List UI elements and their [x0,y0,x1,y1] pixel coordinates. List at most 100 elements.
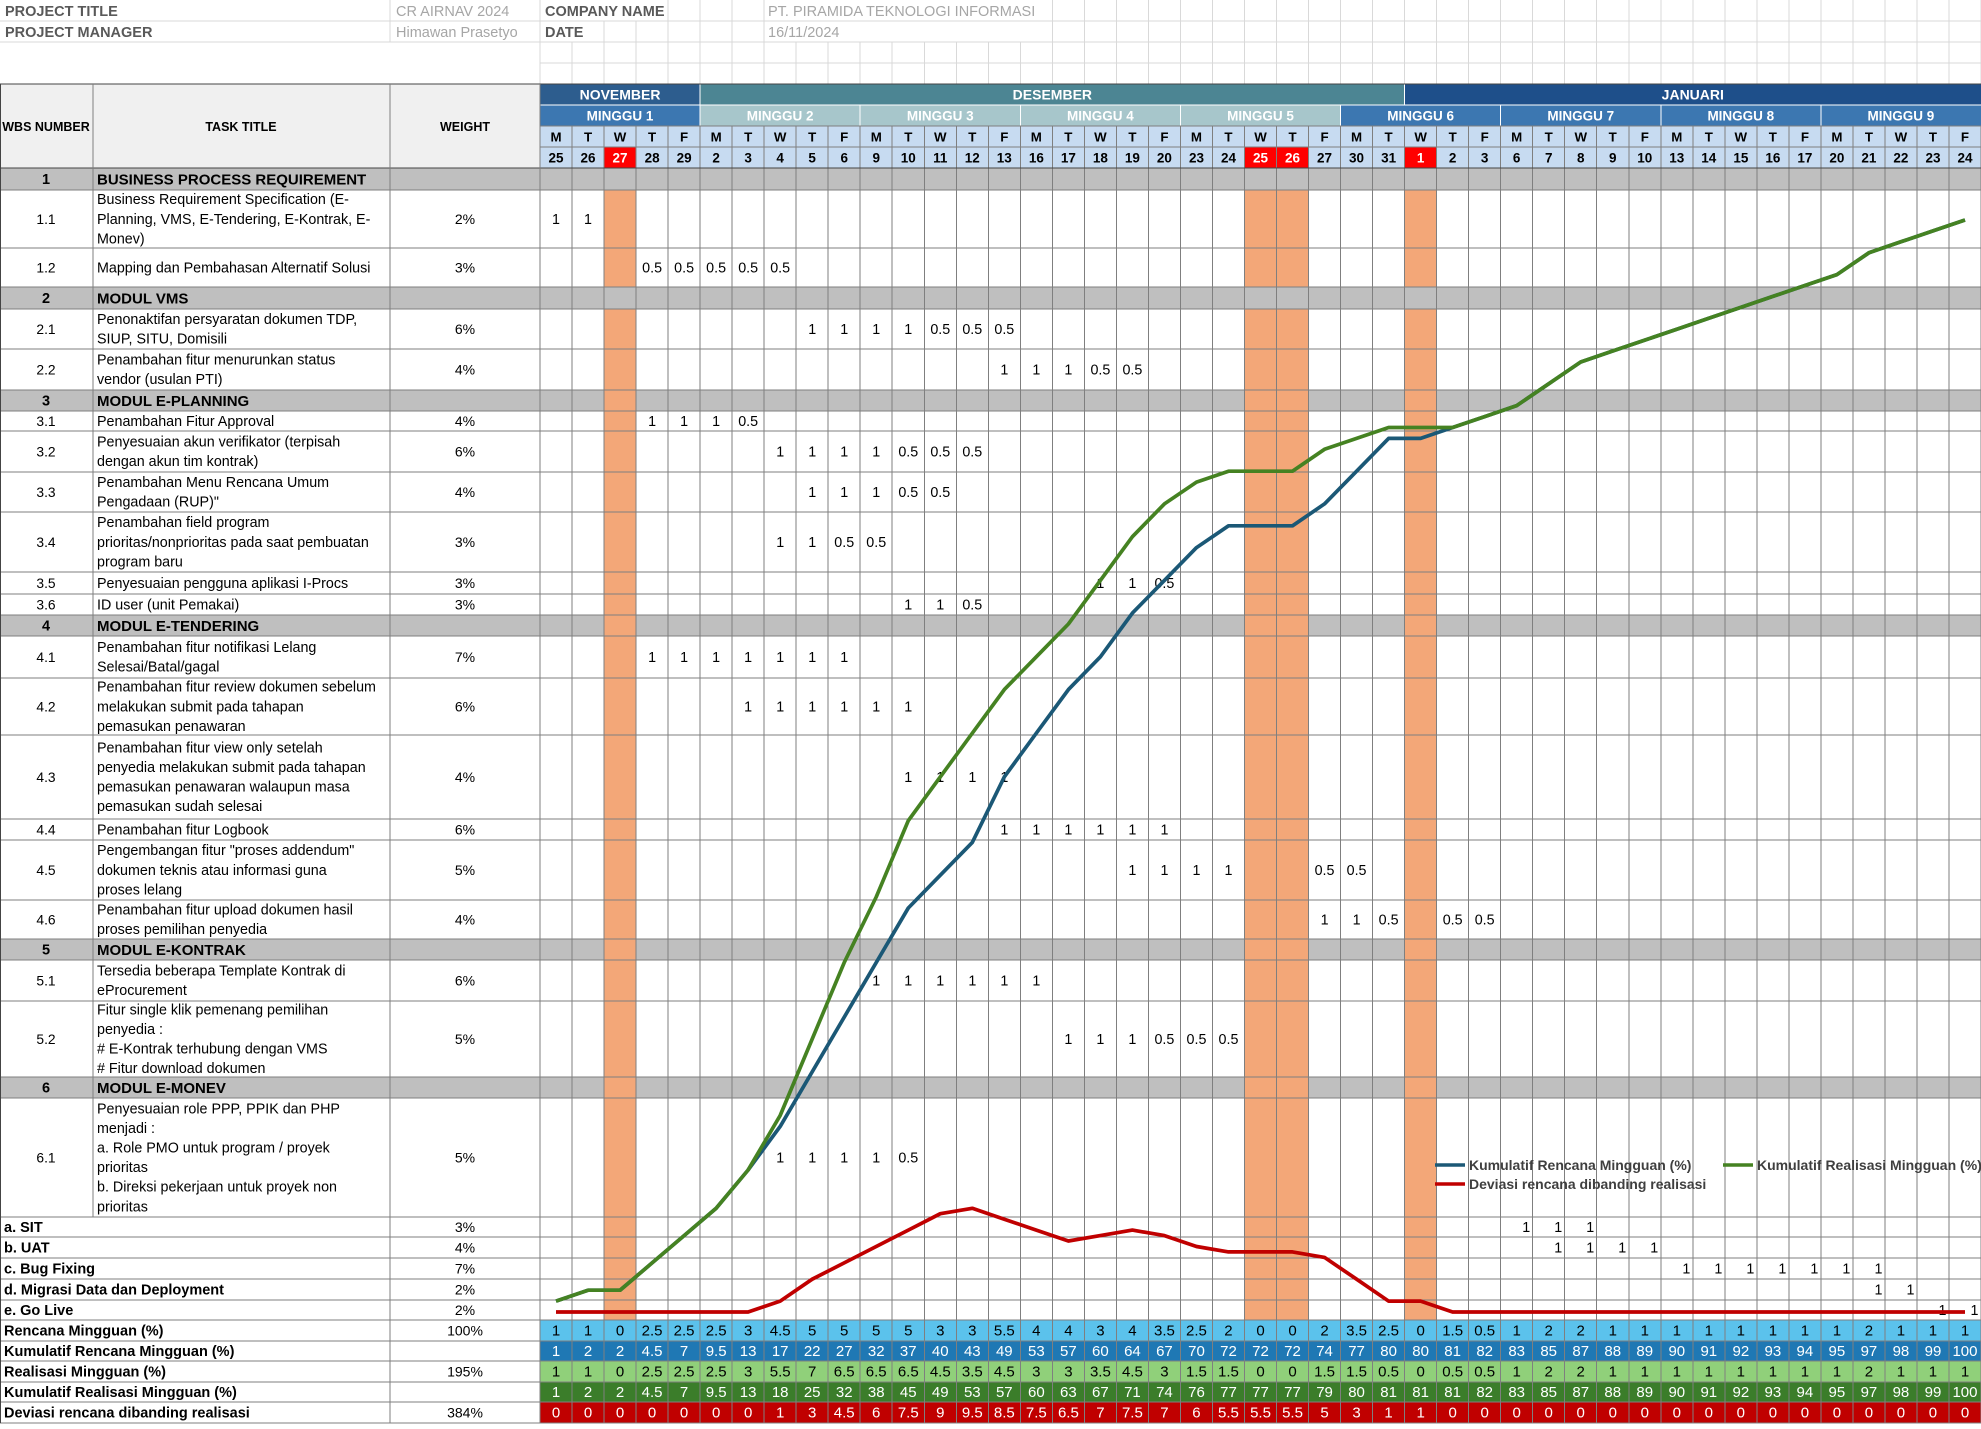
svg-text:d. Migrasi Data dan Deployment: d. Migrasi Data dan Deployment [4,1283,224,1299]
svg-text:6: 6 [42,1081,50,1097]
svg-text:W: W [1574,130,1587,145]
svg-text:67: 67 [1092,1384,1109,1401]
svg-text:Tersedia beberapa Template Kon: Tersedia beberapa Template Kontrak di [97,964,346,980]
svg-text:WEIGHT: WEIGHT [440,120,490,134]
svg-text:Business Requirement Specifica: Business Requirement Specification (E- [97,192,349,208]
svg-text:F: F [680,130,688,145]
svg-text:3.1: 3.1 [36,414,55,429]
svg-text:5.5: 5.5 [994,1323,1015,1340]
svg-text:0.5: 0.5 [1474,1323,1495,1340]
svg-text:0.5: 0.5 [898,1150,918,1166]
svg-text:3: 3 [744,151,752,166]
svg-text:Penambahan fitur upload dokume: Penambahan fitur upload dokumen hasil [97,903,353,919]
svg-text:0: 0 [1416,1323,1424,1340]
svg-text:5: 5 [808,151,816,166]
svg-text:1: 1 [1641,1323,1649,1340]
svg-text:Penyesuaian role PPP, PPIK dan: Penyesuaian role PPP, PPIK dan PHP [97,1101,340,1117]
svg-text:27: 27 [613,151,628,166]
svg-text:1: 1 [1032,362,1040,378]
svg-text:7%: 7% [455,649,475,665]
svg-text:Penonaktifan persyaratan dokum: Penonaktifan persyaratan dokumen TDP, [97,312,357,328]
svg-text:90: 90 [1668,1384,1685,1401]
svg-text:F: F [1801,130,1809,145]
svg-text:1: 1 [840,1150,848,1166]
svg-text:74: 74 [1156,1384,1173,1401]
svg-text:67: 67 [1156,1343,1173,1360]
svg-text:1: 1 [968,973,976,989]
svg-text:0: 0 [1577,1405,1585,1422]
svg-text:1: 1 [904,770,912,786]
svg-text:5.2: 5.2 [36,1032,55,1047]
svg-text:7: 7 [1160,1405,1168,1422]
svg-text:6.5: 6.5 [834,1364,855,1381]
svg-text:1: 1 [680,650,688,666]
svg-text:pemasukan penawaran walaupun m: pemasukan penawaran walaupun masa [97,780,350,796]
svg-text:64: 64 [1124,1343,1141,1360]
svg-text:3: 3 [744,1323,752,1340]
svg-text:32: 32 [836,1384,853,1401]
svg-text:3%: 3% [455,575,475,591]
svg-text:29: 29 [677,151,692,166]
svg-text:1: 1 [1522,1220,1530,1236]
svg-text:25: 25 [548,151,564,166]
svg-text:72: 72 [1284,1343,1301,1360]
svg-text:1: 1 [840,699,848,715]
svg-text:3%: 3% [455,534,475,550]
svg-text:1: 1 [1746,1261,1754,1277]
svg-text:1: 1 [744,650,752,666]
svg-text:COMPANY NAME: COMPANY NAME [545,4,665,20]
svg-text:0: 0 [1256,1364,1264,1381]
svg-text:1: 1 [1673,1364,1681,1381]
svg-text:80: 80 [1348,1384,1365,1401]
svg-text:Deviasi rencana dibanding real: Deviasi rencana dibanding realisasi [1469,1176,1706,1192]
svg-text:1: 1 [776,699,784,715]
svg-text:0: 0 [1641,1405,1649,1422]
svg-text:1: 1 [1929,1364,1937,1381]
svg-text:# E-Kontrak terhubung dengan V: # E-Kontrak terhubung dengan VMS [97,1042,328,1058]
svg-text:F: F [1961,130,1969,145]
svg-text:penyedia melakukan submit pada: penyedia melakukan submit pada tahapan [97,760,366,776]
svg-text:79: 79 [1316,1384,1333,1401]
svg-text:1: 1 [1971,1303,1979,1319]
svg-text:3: 3 [1352,1405,1360,1422]
svg-text:2: 2 [712,151,720,166]
svg-text:7: 7 [680,1343,688,1360]
svg-text:prioritas: prioritas [97,1160,148,1176]
svg-text:Penambahan fitur Logbook: Penambahan fitur Logbook [97,822,270,838]
svg-text:1: 1 [42,172,50,188]
svg-text:5: 5 [840,1323,848,1340]
svg-text:13: 13 [740,1384,757,1401]
svg-text:26: 26 [1285,151,1301,166]
svg-text:1: 1 [1673,1323,1681,1340]
svg-text:93: 93 [1765,1343,1782,1360]
svg-text:4: 4 [1128,1323,1136,1340]
svg-text:63: 63 [1060,1384,1077,1401]
svg-text:W: W [934,130,947,145]
svg-text:MODUL E-MONEV: MODUL E-MONEV [97,1080,226,1097]
svg-text:16: 16 [1029,151,1045,166]
svg-text:1: 1 [1321,912,1329,928]
svg-text:49: 49 [932,1384,949,1401]
svg-text:Kumulatif Realisasi Mingguan (: Kumulatif Realisasi Mingguan (%) [4,1385,237,1401]
svg-text:MINGGU 1: MINGGU 1 [587,109,654,124]
svg-text:6: 6 [1192,1405,1200,1422]
svg-text:32: 32 [868,1343,885,1360]
svg-text:1: 1 [1769,1323,1777,1340]
svg-text:1: 1 [968,770,976,786]
svg-text:28: 28 [645,151,661,166]
svg-text:4: 4 [776,151,784,166]
svg-text:0.5: 0.5 [1442,1364,1463,1381]
svg-text:0.5: 0.5 [1187,1032,1207,1048]
svg-text:5.5: 5.5 [1250,1405,1271,1422]
svg-text:W: W [774,130,787,145]
svg-text:87: 87 [1572,1343,1589,1360]
svg-text:45: 45 [900,1384,917,1401]
svg-text:c. Bug Fixing: c. Bug Fixing [4,1262,95,1278]
svg-text:0.5: 0.5 [1219,1032,1239,1048]
svg-text:1: 1 [1128,1032,1136,1048]
svg-text:81: 81 [1412,1384,1429,1401]
svg-text:penyedia :: penyedia : [97,1022,163,1038]
svg-text:0: 0 [744,1405,752,1422]
svg-text:prioritas/nonprioritas pada sa: prioritas/nonprioritas pada saat pembuat… [97,535,369,551]
svg-text:82: 82 [1476,1384,1493,1401]
